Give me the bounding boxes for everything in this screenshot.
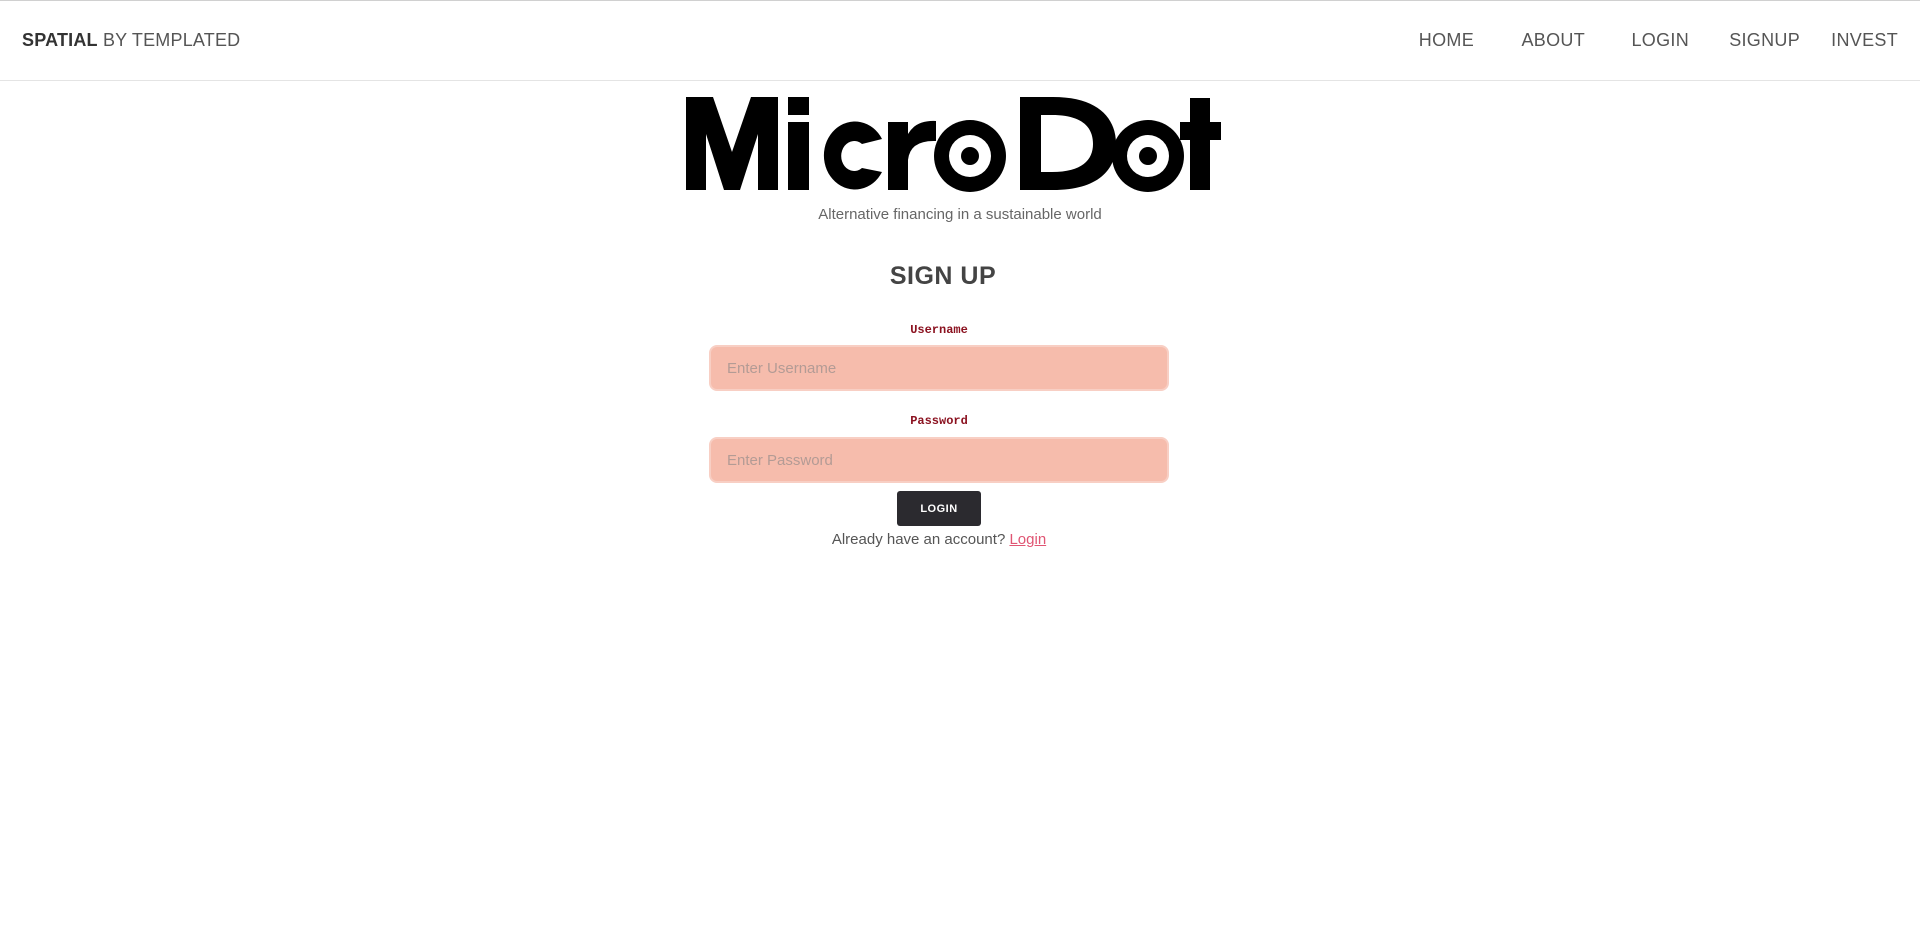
login-prompt: Already have an account? Login <box>0 531 1878 548</box>
brand-name: SPATIAL <box>22 30 98 50</box>
microdot-wordmark-graphic <box>686 97 1221 192</box>
page-title: SIGN UP <box>889 262 997 290</box>
top-navigation-bar: SPATIAL BY TEMPLATED HOME ABOUT LOGIN SI… <box>0 0 1920 81</box>
password-input[interactable] <box>709 437 1169 483</box>
brand-logo[interactable]: SPATIAL BY TEMPLATED <box>22 30 240 51</box>
microdot-logo <box>686 94 1231 194</box>
nav-link-about[interactable]: ABOUT <box>1521 30 1585 51</box>
login-link[interactable]: Login <box>1009 531 1046 548</box>
nav-link-home[interactable]: HOME <box>1419 30 1474 51</box>
nav-link-login[interactable]: LOGIN <box>1631 30 1689 51</box>
login-submit-button[interactable]: LOGIN <box>897 491 981 526</box>
brand-byline: BY TEMPLATED <box>102 30 241 50</box>
nav-link-invest[interactable]: INVEST <box>1831 30 1898 51</box>
nav-link-signup[interactable]: SIGNUP <box>1729 30 1800 51</box>
login-prompt-text: Already have an account? <box>831 531 1006 548</box>
username-input[interactable] <box>709 345 1169 391</box>
username-label: Username <box>910 323 968 337</box>
password-label: Password <box>910 414 968 428</box>
tagline: Alternative financing in a sustainable w… <box>818 206 1102 223</box>
